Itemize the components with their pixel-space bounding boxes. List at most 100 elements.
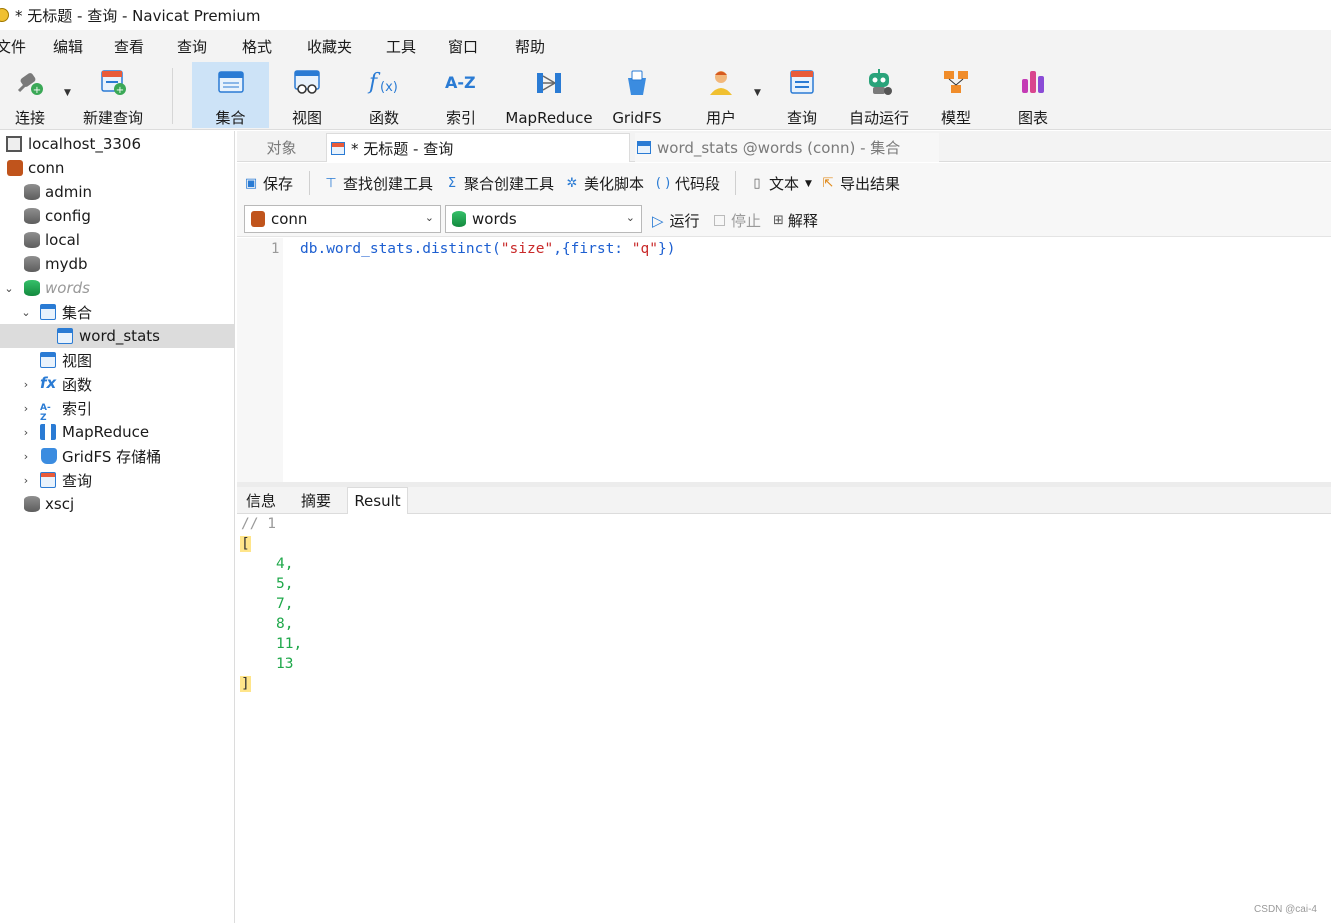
find-builder-button[interactable]: ⊤ 查找创建工具 <box>323 173 433 194</box>
aggregate-builder-button[interactable]: Σ 聚合创建工具 <box>444 173 554 194</box>
menu-help[interactable]: 帮助 <box>515 36 545 57</box>
query-icon <box>331 141 345 155</box>
tree-item-xscj[interactable]: xscj <box>0 492 235 516</box>
automation-button[interactable]: 自动运行 <box>846 62 912 128</box>
text-button[interactable]: ▯ 文本 ▼ <box>749 173 812 194</box>
result-value: 7, <box>276 596 294 612</box>
tab-query[interactable]: * 无标题 - 查询 <box>326 133 630 162</box>
text-dropdown-icon[interactable]: ▼ <box>805 179 812 189</box>
new-query-icon: + <box>96 66 130 98</box>
explain-button[interactable]: ⊞ 解释 <box>773 210 818 231</box>
mapreduce-button[interactable]: MapReduce <box>502 62 596 128</box>
user-button[interactable]: 用户 <box>696 62 746 128</box>
plug-icon: + <box>13 66 47 98</box>
function-button[interactable]: f (x) 函数 <box>359 62 409 128</box>
menu-file[interactable]: 文件 <box>0 36 26 57</box>
beautify-button[interactable]: ✲ 美化脚本 <box>564 173 644 194</box>
play-icon: ▷ <box>652 211 664 230</box>
window-title: * 无标题 - 查询 - Navicat Premium <box>15 6 261 25</box>
tree-item-views[interactable]: 视图 <box>0 348 235 372</box>
result-value: 5, <box>276 576 294 592</box>
tree-item-functions[interactable]: › fx 函数 <box>0 372 235 396</box>
tree-item-config[interactable]: config <box>0 204 235 228</box>
chevron-down-icon[interactable]: ⌄ <box>3 282 15 295</box>
result-output[interactable]: // 1 [ 4, 5, 7, 8, 11, 13 ] <box>237 514 1331 923</box>
chevron-right-icon[interactable]: › <box>20 474 32 487</box>
tree-item-conn[interactable]: conn <box>0 156 235 180</box>
snippet-button[interactable]: ( ) 代码段 <box>655 173 720 194</box>
stop-button[interactable]: 停止 <box>714 210 761 231</box>
result-value: 13 <box>276 656 294 672</box>
result-comment: // 1 <box>241 516 276 532</box>
chevron-right-icon[interactable]: › <box>20 378 32 391</box>
az-icon: A-Z <box>444 66 478 98</box>
tree-item-mapreduce[interactable]: › MapReduce <box>0 420 235 444</box>
tree-item-gridfs[interactable]: › GridFS 存储桶 <box>0 444 235 468</box>
chevron-right-icon[interactable]: › <box>20 402 32 415</box>
database-select[interactable]: words ⌄ <box>445 205 642 233</box>
chevron-down-icon[interactable]: ⌄ <box>20 306 32 319</box>
export-results-button[interactable]: ⇱ 导出结果 <box>820 173 900 194</box>
run-button[interactable]: ▷ 运行 <box>652 210 700 231</box>
result-value: 8, <box>276 616 294 632</box>
menu-window[interactable]: 窗口 <box>448 36 478 57</box>
save-icon: ▣ <box>244 176 258 191</box>
tab-info[interactable]: 信息 <box>246 487 276 514</box>
mongodb-connection-icon <box>7 160 23 176</box>
document-tabs: 对象 * 无标题 - 查询 word_stats @words (conn) -… <box>237 131 1331 162</box>
code-line[interactable]: db.word_stats.distinct("size",{first: "q… <box>300 241 675 257</box>
code-editor[interactable]: 1 db.word_stats.distinct("size",{first: … <box>237 238 1331 482</box>
result-value: 11, <box>276 636 303 652</box>
tab-objects[interactable]: 对象 <box>237 133 326 162</box>
model-button[interactable]: 模型 <box>931 62 981 128</box>
view-button[interactable]: 视图 <box>282 62 332 128</box>
tree-item-words[interactable]: ⌄ words <box>0 276 235 300</box>
line-gutter: 1 <box>237 238 283 482</box>
connection-selector-bar: conn ⌄ words ⌄ ▷ 运行 停止 ⊞ 解释 <box>237 201 1331 237</box>
tree-item-local[interactable]: local <box>0 228 235 252</box>
robot-icon <box>862 66 896 98</box>
user-dropdown-icon[interactable]: ▼ <box>754 88 761 98</box>
stop-icon <box>714 215 725 226</box>
gridfs-button[interactable]: GridFS <box>610 62 664 128</box>
svg-text:f: f <box>367 70 381 95</box>
view-icon <box>40 352 56 368</box>
index-button[interactable]: A-Z 索引 <box>436 62 486 128</box>
tab-collection[interactable]: word_stats @words (conn) - 集合 <box>635 133 939 162</box>
collection-button[interactable]: 集合 <box>192 62 269 128</box>
tree-item-queries[interactable]: › 查询 <box>0 468 235 492</box>
tree-item-mydb[interactable]: mydb <box>0 252 235 276</box>
svg-text:(x): (x) <box>380 80 398 95</box>
menu-format[interactable]: 格式 <box>242 36 272 57</box>
tree-item-admin[interactable]: admin <box>0 180 235 204</box>
sigma-icon: Σ <box>447 176 457 191</box>
tree-item-localhost[interactable]: localhost_3306 <box>0 132 235 156</box>
tree-item-collections[interactable]: ⌄ 集合 <box>0 300 235 324</box>
query-action-bar: ▣ 保存 ⊤ 查找创建工具 Σ 聚合创建工具 ✲ 美化脚本 ( ) 代码段 ▯ … <box>237 163 1331 201</box>
tree-item-indexes[interactable]: › A-Z 索引 <box>0 396 235 424</box>
chevron-right-icon[interactable]: › <box>20 450 32 463</box>
new-query-button[interactable]: + 新建查询 <box>80 62 146 128</box>
explain-icon: ⊞ <box>773 213 784 228</box>
tab-result[interactable]: Result <box>347 487 408 514</box>
query-button[interactable]: 查询 <box>777 62 827 128</box>
chart-button[interactable]: 图表 <box>1008 62 1058 128</box>
function-icon: f (x) <box>367 66 401 98</box>
chevron-down-icon: ⌄ <box>424 211 434 224</box>
connect-button[interactable]: + 连接 <box>6 62 54 128</box>
view-icon <box>290 66 324 98</box>
menu-query[interactable]: 查询 <box>177 36 207 57</box>
menu-tools[interactable]: 工具 <box>386 36 416 57</box>
database-icon <box>24 184 40 200</box>
menu-edit[interactable]: 编辑 <box>53 36 83 57</box>
menu-favorites[interactable]: 收藏夹 <box>307 36 352 57</box>
tab-summary[interactable]: 摘要 <box>301 487 331 514</box>
connection-select[interactable]: conn ⌄ <box>244 205 441 233</box>
database-icon <box>24 256 40 272</box>
chevron-right-icon[interactable]: › <box>20 426 32 439</box>
connect-dropdown-icon[interactable]: ▼ <box>64 88 71 98</box>
menu-view[interactable]: 查看 <box>114 36 144 57</box>
model-icon <box>939 66 973 98</box>
save-button[interactable]: ▣ 保存 <box>243 173 293 194</box>
tree-item-word-stats[interactable]: word_stats <box>0 324 235 348</box>
